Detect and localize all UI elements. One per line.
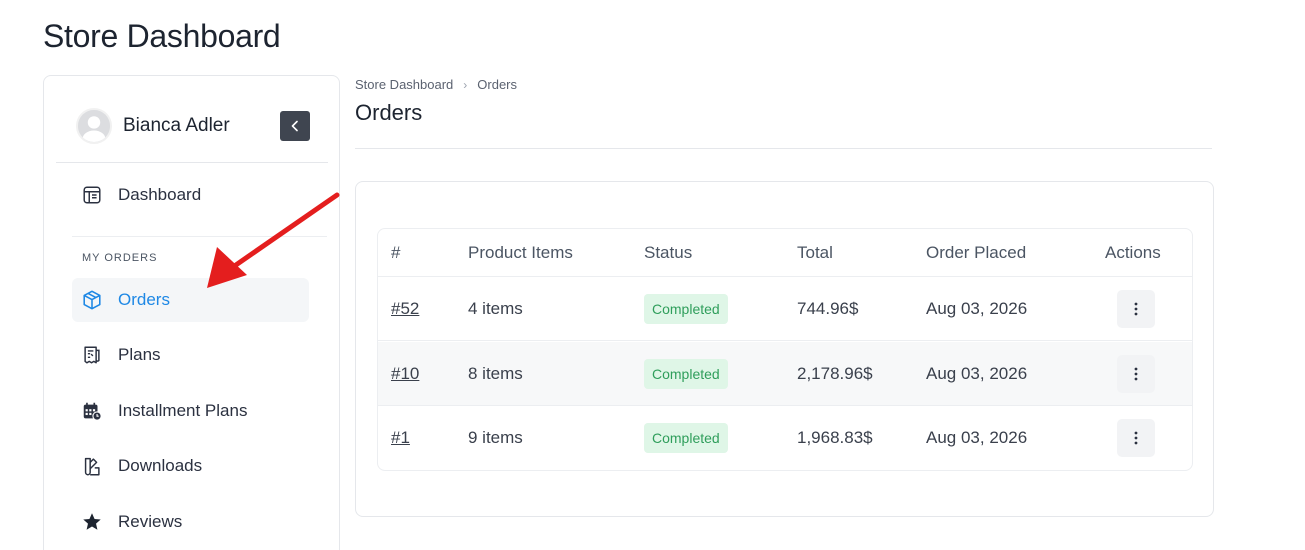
table-header: # Product Items Status Total Order Place…	[378, 229, 1192, 277]
dashboard-icon	[80, 183, 104, 207]
title-divider	[355, 148, 1212, 149]
sidebar-item-label: Reviews	[118, 512, 183, 531]
profile-header: Bianca Adler	[56, 101, 328, 163]
column-header-actions: Actions	[1105, 242, 1161, 262]
status-badge: Completed	[644, 358, 728, 389]
main-title: Orders	[355, 100, 423, 125]
table-row: #1 9 items Completed 1,968.83$ Aug 03, 2…	[378, 406, 1192, 470]
more-vertical-icon	[1134, 431, 1138, 445]
product-items-count: 4 items	[468, 298, 523, 318]
sidebar-item-dashboard[interactable]: Dashboard	[72, 173, 309, 217]
downloads-icon	[80, 454, 104, 478]
column-header-total: Total	[797, 242, 833, 262]
sidebar-item-installment-plans[interactable]: Installment Plans	[72, 389, 309, 433]
column-header-order-placed: Order Placed	[926, 242, 1027, 262]
orders-card: # Product Items Status Total Order Place…	[355, 181, 1214, 517]
profile-name: Bianca Adler	[123, 115, 230, 136]
product-items-count: 8 items	[468, 363, 523, 383]
order-id-link[interactable]: #52	[391, 299, 419, 319]
sidebar-item-label: Installment Plans	[118, 401, 248, 420]
order-id-link[interactable]: #10	[391, 364, 419, 384]
sidebar-item-label: Orders	[118, 290, 170, 309]
order-date: Aug 03, 2026	[926, 363, 1028, 383]
sidebar-item-label: Downloads	[118, 456, 203, 475]
sidebar: Bianca Adler Dashboard MY ORDERS Orders …	[43, 75, 340, 550]
column-header-id: #	[391, 242, 401, 262]
calendar-icon	[80, 399, 104, 423]
row-actions-button[interactable]	[1117, 354, 1155, 393]
order-total: 1,968.83$	[797, 428, 873, 447]
chevron-left-icon	[291, 120, 298, 132]
sidebar-item-label: Plans	[118, 345, 161, 364]
status-badge: Completed	[644, 423, 728, 453]
sidebar-item-plans[interactable]: Plans	[72, 333, 309, 377]
box-icon	[80, 288, 104, 312]
order-date: Aug 03, 2026	[926, 428, 1028, 447]
order-date: Aug 03, 2026	[926, 298, 1028, 318]
order-total: 2,178.96$	[797, 363, 873, 383]
status-badge: Completed	[644, 293, 728, 324]
page-title: Store Dashboard	[43, 18, 281, 54]
sidebar-item-downloads[interactable]: Downloads	[72, 444, 309, 488]
section-label-my-orders: MY ORDERS	[82, 252, 158, 264]
row-actions-button[interactable]	[1117, 419, 1155, 457]
section-divider	[72, 236, 327, 237]
collapse-sidebar-button[interactable]	[280, 111, 310, 141]
user-avatar-icon	[78, 110, 110, 142]
receipt-icon	[80, 343, 104, 367]
sidebar-item-reviews[interactable]: Reviews	[72, 500, 309, 544]
more-vertical-icon	[1134, 302, 1138, 315]
order-total: 744.96$	[797, 298, 859, 318]
breadcrumb-current: Orders	[477, 77, 518, 92]
column-header-status: Status	[644, 242, 693, 262]
star-icon	[80, 510, 104, 534]
column-header-product-items: Product Items	[468, 242, 573, 262]
sidebar-item-orders[interactable]: Orders	[72, 278, 309, 322]
order-id-link[interactable]: #1	[391, 428, 410, 448]
avatar[interactable]	[76, 108, 112, 144]
breadcrumb-root-link[interactable]: Store Dashboard	[355, 77, 453, 92]
product-items-count: 9 items	[468, 428, 523, 447]
more-vertical-icon	[1134, 367, 1138, 380]
row-actions-button[interactable]	[1117, 289, 1155, 328]
table-row: #10 8 items Completed 2,178.96$ Aug 03, …	[378, 342, 1192, 406]
sidebar-item-label: Dashboard	[118, 185, 202, 204]
breadcrumb: Store Dashboard › Orders	[355, 77, 517, 92]
orders-table: # Product Items Status Total Order Place…	[377, 228, 1193, 471]
table-row: #52 4 items Completed 744.96$ Aug 03, 20…	[378, 277, 1192, 341]
chevron-right-icon: ›	[463, 77, 468, 92]
